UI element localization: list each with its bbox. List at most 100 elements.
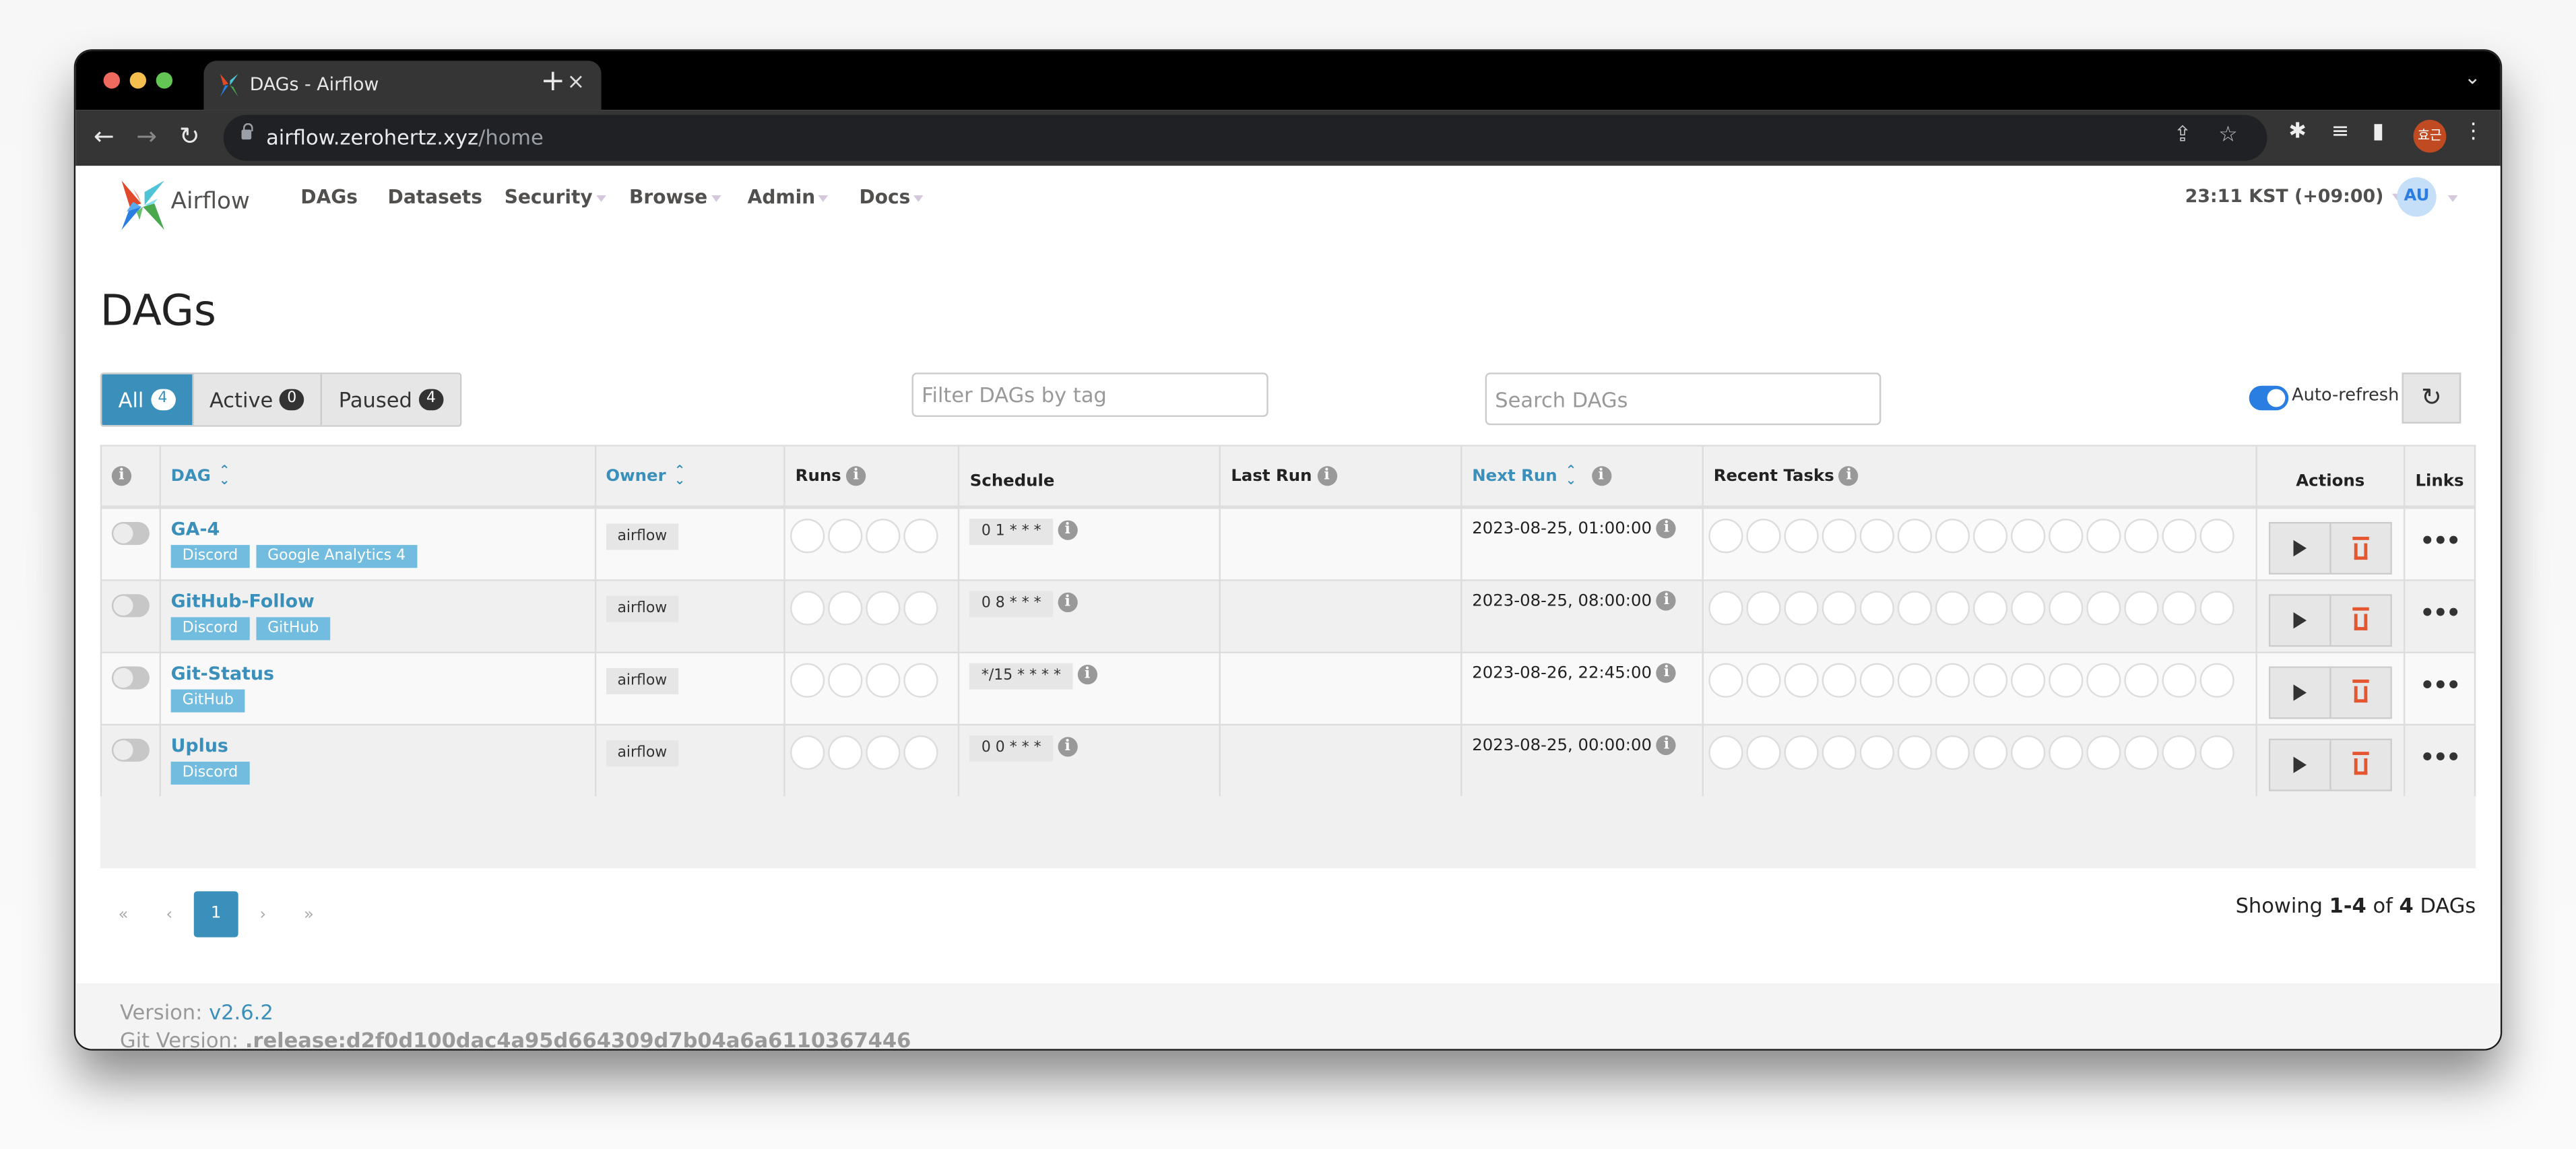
- info-icon[interactable]: i: [1058, 736, 1078, 756]
- run-status-circle[interactable]: [828, 662, 863, 697]
- nav-security[interactable]: Security: [505, 185, 606, 209]
- task-status-circle[interactable]: [1746, 662, 1781, 697]
- pause-toggle[interactable]: [111, 665, 150, 689]
- delete-dag-button[interactable]: [2329, 739, 2391, 789]
- airflow-logo-icon[interactable]: [119, 179, 168, 232]
- header-owner[interactable]: Owner ⌃ ⌄: [594, 445, 786, 509]
- info-icon[interactable]: i: [846, 466, 866, 486]
- trigger-dag-button[interactable]: [2270, 739, 2330, 789]
- refresh-button[interactable]: ↻: [2402, 372, 2461, 424]
- info-icon[interactable]: i: [1839, 466, 1859, 486]
- back-arrow-icon[interactable]: ←: [94, 121, 115, 151]
- task-status-circle[interactable]: [1935, 734, 1970, 769]
- dag-tag[interactable]: Discord: [170, 760, 250, 784]
- nav-docs[interactable]: Docs: [859, 185, 924, 209]
- more-links-icon[interactable]: •••: [2415, 600, 2464, 626]
- dag-tag[interactable]: GitHub: [170, 688, 245, 712]
- task-status-circle[interactable]: [1708, 662, 1743, 697]
- reload-icon[interactable]: ↻: [179, 121, 200, 151]
- task-status-circle[interactable]: [1746, 734, 1781, 769]
- browser-menu-icon[interactable]: ⋮: [2463, 120, 2484, 145]
- info-icon[interactable]: i: [1316, 466, 1337, 486]
- owner-badge[interactable]: airflow: [606, 523, 679, 550]
- run-status-circle[interactable]: [903, 734, 938, 769]
- bookmark-star-icon[interactable]: ☆: [2218, 123, 2237, 148]
- next-page-button[interactable]: ›: [240, 905, 286, 923]
- nav-browse[interactable]: Browse: [629, 185, 721, 209]
- delete-dag-button[interactable]: [2329, 667, 2391, 717]
- share-icon[interactable]: ⇪: [2174, 123, 2192, 148]
- info-icon[interactable]: i: [111, 466, 132, 486]
- task-status-circle[interactable]: [2162, 662, 2197, 697]
- task-status-circle[interactable]: [1973, 662, 2008, 697]
- last-page-button[interactable]: »: [286, 905, 331, 923]
- task-status-circle[interactable]: [1935, 662, 1970, 697]
- run-status-circle[interactable]: [790, 734, 825, 769]
- dag-tag[interactable]: Discord: [170, 616, 250, 640]
- task-status-circle[interactable]: [2049, 662, 2084, 697]
- pause-toggle[interactable]: [111, 737, 150, 761]
- run-status-circle[interactable]: [903, 519, 938, 554]
- profile-avatar[interactable]: 효근: [2413, 119, 2447, 153]
- task-status-circle[interactable]: [2011, 734, 2046, 769]
- run-status-circle[interactable]: [828, 519, 863, 554]
- version-link[interactable]: v2.6.2: [209, 999, 273, 1024]
- task-status-circle[interactable]: [2124, 590, 2159, 625]
- task-status-circle[interactable]: [1784, 590, 1819, 625]
- pause-toggle[interactable]: [111, 593, 150, 617]
- header-dag[interactable]: DAG ⌃ ⌄: [159, 445, 596, 509]
- page-1-button[interactable]: 1: [193, 891, 238, 938]
- run-status-circle[interactable]: [866, 590, 901, 625]
- forward-arrow-icon[interactable]: →: [136, 121, 157, 151]
- run-status-circle[interactable]: [790, 662, 825, 697]
- delete-dag-button[interactable]: [2329, 523, 2391, 573]
- run-status-circle[interactable]: [903, 662, 938, 697]
- close-window-button[interactable]: [103, 72, 121, 89]
- run-status-circle[interactable]: [866, 662, 901, 697]
- run-status-circle[interactable]: [828, 590, 863, 625]
- task-status-circle[interactable]: [1973, 519, 2008, 554]
- task-status-circle[interactable]: [1897, 590, 1933, 625]
- trigger-dag-button[interactable]: [2270, 523, 2330, 573]
- side-panel-icon[interactable]: ▮: [2373, 120, 2384, 145]
- task-status-circle[interactable]: [1897, 734, 1933, 769]
- reading-list-icon[interactable]: ≡: [2331, 120, 2350, 145]
- task-status-circle[interactable]: [1708, 590, 1743, 625]
- dag-tag[interactable]: GitHub: [256, 616, 331, 640]
- owner-badge[interactable]: airflow: [606, 595, 679, 622]
- task-status-circle[interactable]: [2124, 519, 2159, 554]
- info-icon[interactable]: i: [1077, 663, 1097, 684]
- task-status-circle[interactable]: [2086, 734, 2121, 769]
- task-status-circle[interactable]: [2199, 734, 2234, 769]
- task-status-circle[interactable]: [1897, 662, 1933, 697]
- task-status-circle[interactable]: [2124, 734, 2159, 769]
- info-icon[interactable]: i: [1656, 519, 1677, 539]
- new-tab-button[interactable]: +: [540, 64, 565, 98]
- run-status-circle[interactable]: [828, 734, 863, 769]
- task-status-circle[interactable]: [2162, 590, 2197, 625]
- sort-icon[interactable]: ⌃ ⌄: [1566, 463, 1576, 486]
- run-status-circle[interactable]: [790, 519, 825, 554]
- task-status-circle[interactable]: [1859, 662, 1894, 697]
- info-icon[interactable]: i: [1058, 520, 1078, 540]
- task-status-circle[interactable]: [2199, 590, 2234, 625]
- task-status-circle[interactable]: [2199, 662, 2234, 697]
- dag-link[interactable]: GA-4: [171, 519, 585, 540]
- header-next-run[interactable]: Next Run ⌃ ⌄ i: [1460, 445, 1704, 509]
- prev-page-button[interactable]: ‹: [146, 905, 192, 923]
- task-status-circle[interactable]: [1822, 519, 1857, 554]
- owner-badge[interactable]: airflow: [606, 739, 679, 766]
- task-status-circle[interactable]: [1935, 590, 1970, 625]
- pause-toggle[interactable]: [111, 522, 150, 546]
- close-tab-icon[interactable]: ×: [567, 71, 585, 96]
- run-status-circle[interactable]: [866, 734, 901, 769]
- info-icon[interactable]: i: [1058, 591, 1078, 612]
- trigger-dag-button[interactable]: [2270, 595, 2330, 645]
- task-status-circle[interactable]: [1784, 734, 1819, 769]
- task-status-circle[interactable]: [1973, 590, 2008, 625]
- more-links-icon[interactable]: •••: [2415, 672, 2464, 698]
- tab-search-chevron-icon[interactable]: ⌄: [2464, 65, 2481, 88]
- task-status-circle[interactable]: [1746, 519, 1781, 554]
- extensions-puzzle-icon[interactable]: ✱: [2288, 120, 2307, 145]
- dag-link[interactable]: GitHub-Follow: [171, 590, 585, 612]
